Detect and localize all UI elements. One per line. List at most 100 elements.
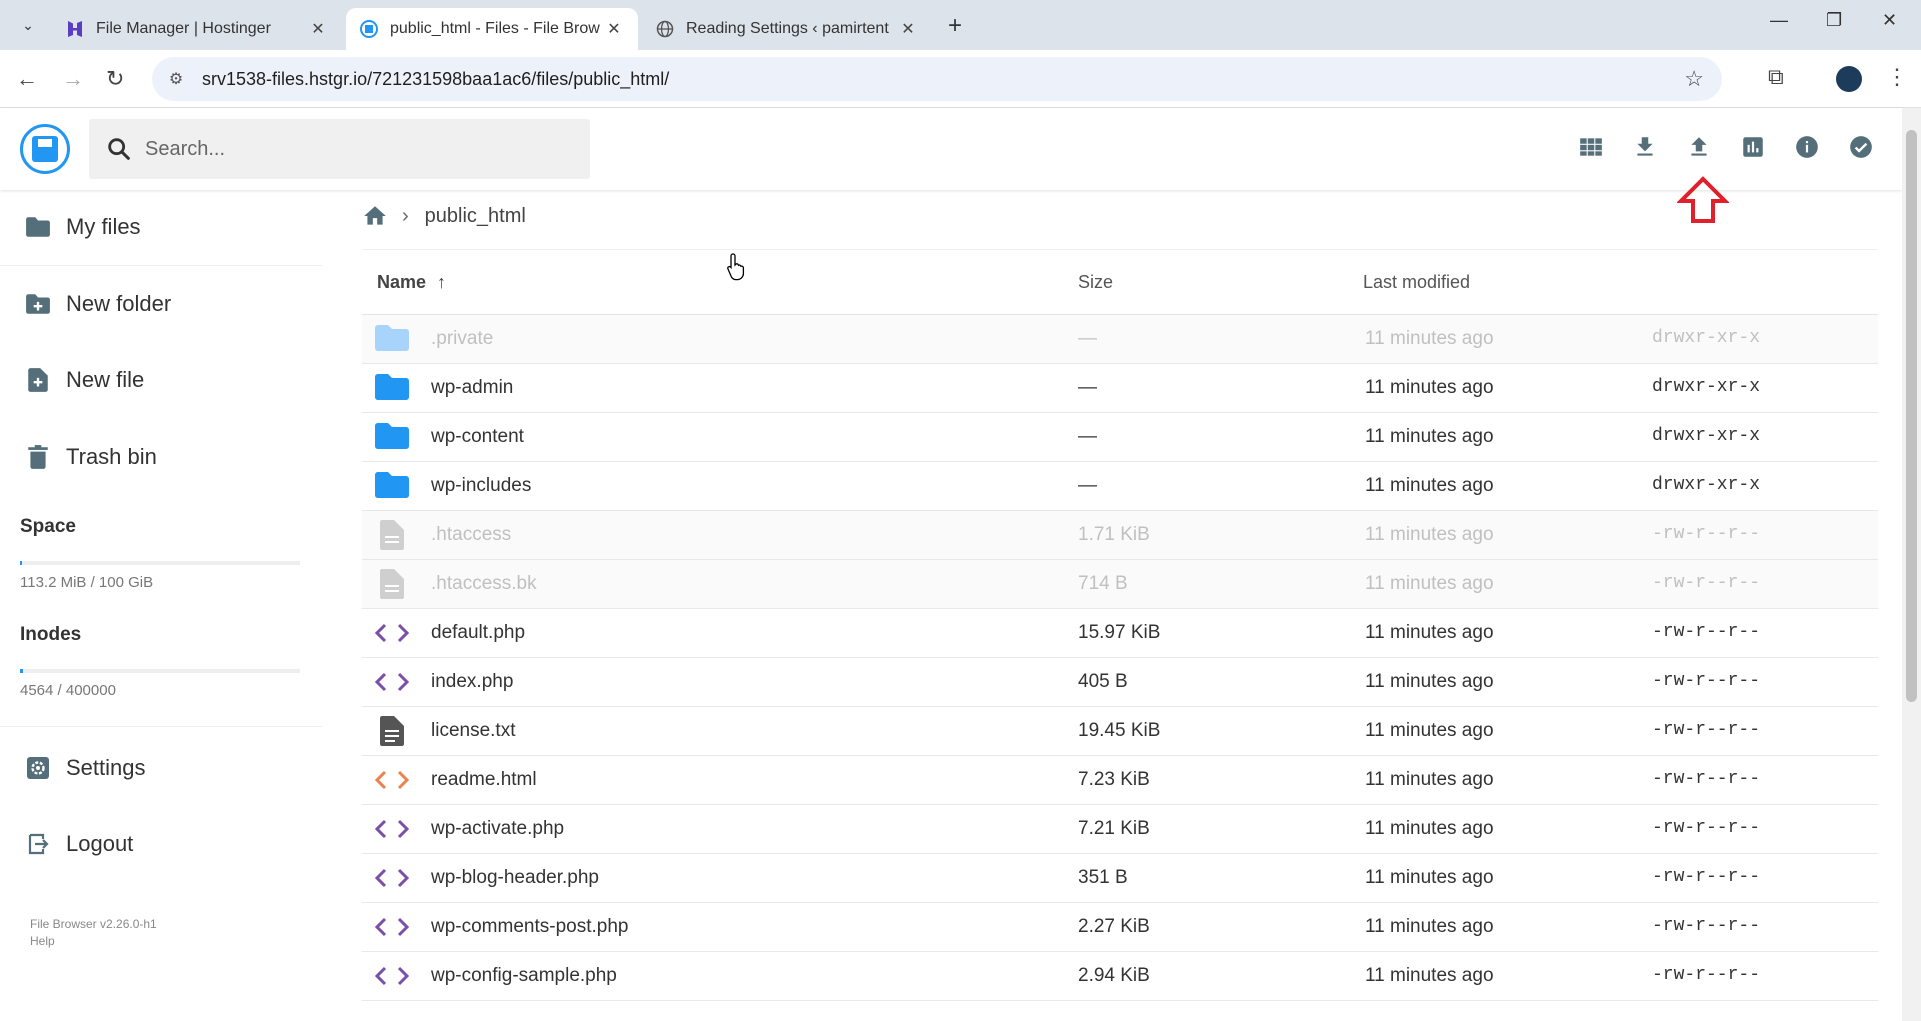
home-icon[interactable] bbox=[362, 203, 388, 229]
table-row[interactable]: wp-config-sample.php 2.94 KiB 11 minutes a… bbox=[362, 952, 1878, 1001]
file-name[interactable]: wp-config-sample.php bbox=[431, 965, 617, 987]
file-icon bbox=[374, 568, 410, 600]
file-size: — bbox=[1078, 328, 1097, 349]
table-row[interactable]: wp-activate.php 7.21 KiB 11 minutes ago -rw… bbox=[362, 805, 1878, 854]
file-modified: 11 minutes ago bbox=[1365, 377, 1494, 398]
table-row[interactable]: .private — 11 minutes ago drwxr-xr-x bbox=[362, 315, 1878, 364]
file-modified: 11 minutes ago bbox=[1365, 671, 1494, 692]
file-browser-logo[interactable] bbox=[20, 124, 70, 174]
table-row[interactable]: default.php 15.97 KiB 11 minutes ago -rw-r-… bbox=[362, 609, 1878, 658]
forward-icon[interactable]: → bbox=[62, 66, 84, 92]
url-text[interactable]: srv1538-files.hstgr.io/721231598baa1ac6/… bbox=[202, 69, 669, 90]
avatar[interactable] bbox=[1836, 66, 1862, 92]
file-permissions: drwxr-xr-x bbox=[1652, 426, 1761, 446]
sidebar-item-settings[interactable]: Settings bbox=[0, 731, 322, 805]
download-button[interactable] bbox=[1628, 130, 1662, 164]
sidebar-item-my-files[interactable]: My files bbox=[0, 190, 322, 264]
file-name[interactable]: wp-blog-header.php bbox=[431, 867, 599, 889]
table-row[interactable]: .htaccess 1.71 KiB 11 minutes ago -rw-r--r-… bbox=[362, 511, 1878, 560]
folder-icon bbox=[374, 421, 410, 453]
version-text: File Browser v2.26.0-h1 bbox=[30, 917, 157, 931]
select-multiple-button[interactable] bbox=[1844, 130, 1878, 164]
upload-button[interactable] bbox=[1682, 130, 1716, 164]
table-header: Name ↑ Size Last modified bbox=[362, 249, 1878, 315]
file-name[interactable]: readme.html bbox=[431, 769, 537, 791]
file-modified: 11 minutes ago bbox=[1365, 916, 1494, 937]
browser-tab-bar: ⌄ File Manager | Hostinger ✕ public_html… bbox=[0, 0, 1921, 50]
file-name[interactable]: wp-includes bbox=[431, 475, 531, 497]
sidebar-item-new-file[interactable]: New file bbox=[0, 343, 322, 417]
sidebar-item-new-folder[interactable]: New folder bbox=[0, 267, 322, 341]
annotation-arrow-icon bbox=[1677, 176, 1729, 223]
sidebar-item-logout[interactable]: Logout bbox=[0, 807, 322, 881]
search-input[interactable] bbox=[145, 137, 565, 161]
app-header bbox=[0, 108, 1902, 190]
sidebar: My files New folder New file Trash bin S… bbox=[0, 190, 322, 1021]
file-name[interactable]: wp-activate.php bbox=[431, 818, 564, 840]
file-permissions: -rw-r--r-- bbox=[1652, 916, 1761, 936]
browser-tab-public-html[interactable]: public_html - Files - File Brow ✕ bbox=[346, 8, 638, 50]
extensions-icon[interactable]: ⧉ bbox=[1768, 64, 1784, 90]
inodes-value: 4564 / 400000 bbox=[20, 682, 116, 699]
breadcrumb-current[interactable]: public_html bbox=[425, 205, 526, 228]
bookmark-star-icon[interactable]: ☆ bbox=[1684, 66, 1704, 92]
scrollbar[interactable] bbox=[1902, 108, 1921, 1021]
folder-icon bbox=[374, 372, 410, 404]
table-row[interactable]: wp-blog-header.php 351 B 11 minutes ago -rw… bbox=[362, 854, 1878, 903]
table-row[interactable]: wp-content — 11 minutes ago drwxr-xr-x bbox=[362, 413, 1878, 462]
disk-usage-button[interactable] bbox=[1736, 130, 1770, 164]
browser-tab-file-manager[interactable]: File Manager | Hostinger ✕ bbox=[52, 8, 342, 50]
table-row[interactable]: index.php 405 B 11 minutes ago -rw-r--r-- bbox=[362, 658, 1878, 707]
site-info-icon[interactable]: ⚙ bbox=[162, 69, 190, 89]
file-name[interactable]: default.php bbox=[431, 622, 525, 644]
code-file-icon bbox=[374, 666, 410, 698]
minimize-icon[interactable]: — bbox=[1770, 10, 1788, 31]
breadcrumb: › public_html bbox=[362, 203, 526, 229]
new-tab-icon[interactable]: + bbox=[948, 12, 962, 40]
table-row[interactable]: readme.html 7.23 KiB 11 minutes ago -rw-r--… bbox=[362, 756, 1878, 805]
search-box[interactable] bbox=[89, 119, 590, 179]
reload-icon[interactable]: ↻ bbox=[106, 66, 124, 92]
file-name[interactable]: .private bbox=[431, 328, 493, 350]
tab-search-button[interactable]: ⌄ bbox=[14, 11, 42, 39]
sidebar-item-label: Trash bin bbox=[66, 444, 157, 469]
info-icon bbox=[1796, 136, 1818, 158]
table-row[interactable]: wp-admin — 11 minutes ago drwxr-xr-x bbox=[362, 364, 1878, 413]
file-name[interactable]: wp-comments-post.php bbox=[431, 916, 628, 938]
file-name[interactable]: license.txt bbox=[431, 720, 515, 742]
close-icon[interactable]: ✕ bbox=[308, 19, 328, 39]
file-size: 7.23 KiB bbox=[1078, 769, 1150, 790]
address-bar[interactable]: ⚙ srv1538-files.hstgr.io/721231598baa1ac… bbox=[152, 57, 1722, 101]
name-column-header[interactable]: Name ↑ bbox=[377, 272, 446, 293]
file-size: — bbox=[1078, 426, 1097, 447]
table-row[interactable]: .htaccess.bk 714 B 11 minutes ago -rw-r--r-… bbox=[362, 560, 1878, 609]
file-modified: 11 minutes ago bbox=[1365, 328, 1494, 349]
browser-tab-reading-settings[interactable]: Reading Settings ‹ pamirtent ✕ bbox=[642, 8, 932, 50]
close-window-icon[interactable]: ✕ bbox=[1882, 10, 1897, 31]
sidebar-item-trash-bin[interactable]: Trash bin bbox=[0, 420, 322, 494]
modified-column-header[interactable]: Last modified bbox=[1363, 272, 1470, 293]
file-name[interactable]: .htaccess.bk bbox=[431, 573, 537, 595]
menu-icon[interactable]: ⋮ bbox=[1886, 64, 1908, 90]
file-modified: 11 minutes ago bbox=[1365, 867, 1494, 888]
table-row[interactable]: wp-includes — 11 minutes ago drwxr-xr-x bbox=[362, 462, 1878, 511]
close-icon[interactable]: ✕ bbox=[898, 19, 918, 39]
file-permissions: -rw-r--r-- bbox=[1652, 818, 1761, 838]
view-mode-button[interactable] bbox=[1574, 130, 1608, 164]
file-name[interactable]: .htaccess bbox=[431, 524, 511, 546]
back-icon[interactable]: ← bbox=[16, 66, 38, 92]
file-name[interactable]: index.php bbox=[431, 671, 513, 693]
file-size: 1.71 KiB bbox=[1078, 524, 1150, 545]
close-icon[interactable]: ✕ bbox=[604, 19, 624, 39]
restore-icon[interactable]: ❐ bbox=[1826, 10, 1842, 31]
info-button[interactable] bbox=[1790, 130, 1824, 164]
table-row[interactable]: license.txt 19.45 KiB 11 minutes ago -rw-r-… bbox=[362, 707, 1878, 756]
file-name[interactable]: wp-content bbox=[431, 426, 524, 448]
folder-icon bbox=[24, 213, 52, 241]
file-size: 2.94 KiB bbox=[1078, 965, 1150, 986]
table-row[interactable]: wp-comments-post.php 2.27 KiB 11 minutes a… bbox=[362, 903, 1878, 952]
file-name[interactable]: wp-admin bbox=[431, 377, 513, 399]
size-column-header[interactable]: Size bbox=[1078, 272, 1113, 293]
file-modified: 11 minutes ago bbox=[1365, 818, 1494, 839]
help-link[interactable]: Help bbox=[30, 933, 55, 950]
